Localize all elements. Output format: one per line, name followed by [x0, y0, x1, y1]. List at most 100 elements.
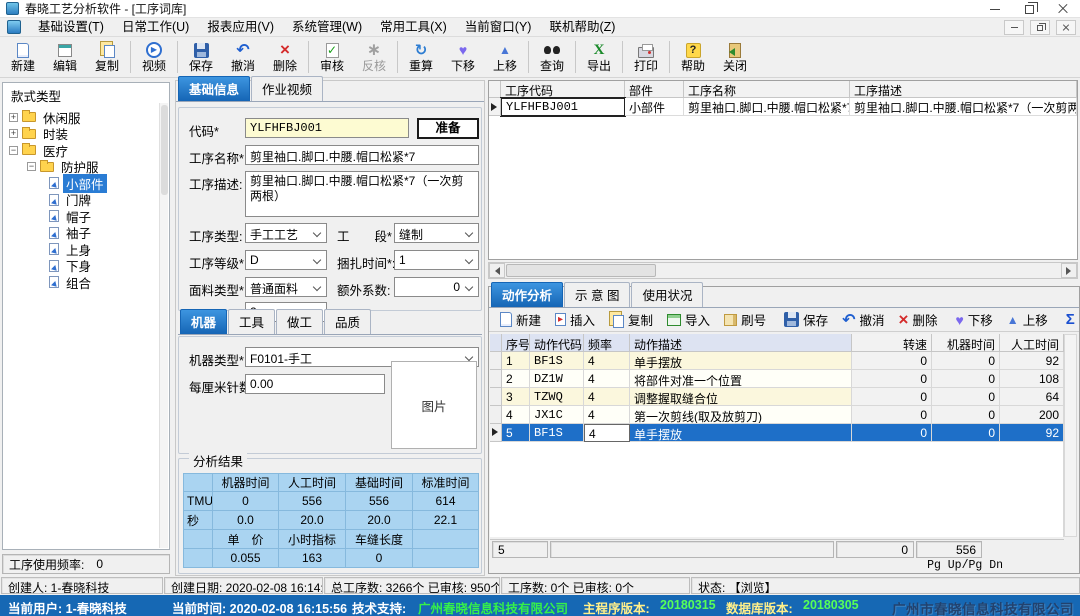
cell-machine-time[interactable]: 0: [932, 406, 1000, 424]
undo-button[interactable]: ↶撤消: [222, 37, 264, 77]
tab-usage-status[interactable]: 使用状况: [631, 282, 703, 307]
tab-tools[interactable]: 工具: [228, 309, 275, 334]
grade-select[interactable]: D: [245, 250, 327, 270]
cell-action-code[interactable]: TZWQ: [530, 388, 584, 406]
menu-system-admin[interactable]: 系统管理(W): [283, 18, 371, 37]
cell-speed[interactable]: 0: [852, 370, 932, 388]
col-process-name[interactable]: 工序名称: [684, 81, 850, 98]
cell-frequency[interactable]: 4: [584, 406, 630, 424]
tree-item-upper-body[interactable]: 上身: [3, 241, 169, 258]
cell-machine-time[interactable]: 0: [932, 352, 1000, 370]
mdi-close-button[interactable]: [1056, 20, 1076, 35]
cell-machine-time[interactable]: 0: [932, 370, 1000, 388]
cell-seq[interactable]: 5: [502, 424, 530, 442]
scrollbar-thumb[interactable]: [506, 264, 656, 277]
cell-seq[interactable]: 4: [502, 406, 530, 424]
fabric-type-select[interactable]: 普通面料: [245, 277, 327, 297]
move-up-button[interactable]: ▲上移: [484, 37, 526, 77]
cell-speed[interactable]: 0: [852, 424, 932, 442]
tree-item-medical[interactable]: −医疗: [3, 142, 169, 159]
cell-frequency[interactable]: 4: [584, 370, 630, 388]
col-seq[interactable]: 序号: [502, 334, 530, 352]
action-insert-button[interactable]: ▸插入: [548, 308, 602, 331]
tab-schematic[interactable]: 示 意 图: [564, 282, 630, 307]
cell-action-desc[interactable]: 单手摆放: [630, 352, 852, 370]
cell-action-code[interactable]: BF1S: [530, 352, 584, 370]
process-grid-hscrollbar[interactable]: [488, 262, 1078, 279]
bundle-time-select[interactable]: 1: [394, 250, 479, 270]
code-input[interactable]: YLFHFBJ001: [245, 118, 409, 138]
action-import-button[interactable]: 导入: [660, 308, 717, 331]
action-copy-button[interactable]: 复制: [602, 308, 660, 331]
cell-action-desc[interactable]: 将部件对准一个位置: [630, 370, 852, 388]
cell-action-desc[interactable]: 调整握取缝合位: [630, 388, 852, 406]
menu-current-window[interactable]: 当前窗口(Y): [456, 18, 541, 37]
menu-basic-settings[interactable]: 基础设置(T): [29, 18, 113, 37]
col-component[interactable]: 部件: [625, 81, 684, 98]
cell-seq[interactable]: 1: [502, 352, 530, 370]
cell-machine-time[interactable]: 0: [932, 388, 1000, 406]
action-row[interactable]: 1 BF1S 4 单手摆放 0 0 92: [490, 352, 1064, 370]
action-undo-button[interactable]: ↶撤消: [835, 308, 891, 331]
action-row[interactable]: 2 DZ1W 4 将部件对准一个位置 0 0 108: [490, 370, 1064, 388]
menu-common-tools[interactable]: 常用工具(X): [371, 18, 456, 37]
help-button[interactable]: ?帮助: [672, 37, 714, 77]
process-desc-textarea[interactable]: 剪里袖口.脚口.中腰.帽口松紧*7（一次剪两根）: [245, 171, 479, 217]
video-button[interactable]: ▶视频: [133, 37, 175, 77]
col-labor-time[interactable]: 人工时间: [1000, 334, 1064, 352]
scrollbar-thumb[interactable]: [161, 105, 168, 195]
cell-machine-time[interactable]: 0: [932, 424, 1000, 442]
cell-labor-time[interactable]: 92: [1000, 424, 1064, 442]
export-button[interactable]: X导出: [578, 37, 620, 77]
save-button[interactable]: 保存: [180, 37, 222, 77]
action-renumber-button[interactable]: 刷号: [717, 308, 773, 331]
collapse-icon[interactable]: −: [9, 146, 18, 155]
tree-item-door-plate[interactable]: 门牌: [3, 192, 169, 209]
new-button[interactable]: 新建: [2, 37, 44, 77]
menu-daily-work[interactable]: 日常工作(U): [113, 18, 198, 37]
scroll-right-button[interactable]: [1061, 263, 1077, 278]
cell-seq[interactable]: 3: [502, 388, 530, 406]
cell-seq[interactable]: 2: [502, 370, 530, 388]
action-row[interactable]: 3 TZWQ 4 调整握取缝合位 0 0 64: [490, 388, 1064, 406]
move-down-button[interactable]: ♥下移: [442, 37, 484, 77]
cell-speed[interactable]: 0: [852, 388, 932, 406]
cell-component[interactable]: 小部件: [625, 98, 684, 116]
col-machine-time[interactable]: 机器时间: [932, 334, 1000, 352]
edit-button[interactable]: 编辑: [44, 37, 86, 77]
action-move-up-button[interactable]: ▲上移: [1000, 308, 1055, 331]
close-button[interactable]: [1046, 0, 1080, 18]
cell-action-desc[interactable]: 单手摆放: [630, 424, 852, 442]
tree-item-small-parts[interactable]: 小部件: [3, 175, 169, 192]
tab-workmanship[interactable]: 做工: [276, 309, 323, 334]
stitches-per-cm-input[interactable]: 0.00: [245, 374, 385, 394]
cell-action-code[interactable]: DZ1W: [530, 370, 584, 388]
restore-button[interactable]: [1012, 0, 1046, 18]
mdi-minimize-button[interactable]: [1004, 20, 1024, 35]
process-grid-row[interactable]: YLFHFBJ001 小部件 剪里袖口.脚口.中腰.帽口松紧*7 剪里袖口.脚口…: [489, 98, 1077, 116]
action-statistics-button[interactable]: Σ统计: [1059, 308, 1079, 331]
tree-item-sleeve[interactable]: 袖子: [3, 225, 169, 242]
action-new-button[interactable]: 新建: [493, 308, 548, 331]
cell-labor-time[interactable]: 64: [1000, 388, 1064, 406]
col-action-desc[interactable]: 动作描述: [630, 334, 852, 352]
query-button[interactable]: 查询: [531, 37, 573, 77]
tree-vertical-scrollbar[interactable]: [159, 103, 168, 548]
cell-speed[interactable]: 0: [852, 406, 932, 424]
process-type-select[interactable]: 手工工艺: [245, 223, 327, 243]
cell-labor-time[interactable]: 92: [1000, 352, 1064, 370]
action-delete-button[interactable]: ×删除: [892, 308, 945, 331]
copy-button[interactable]: 复制: [86, 37, 128, 77]
cell-frequency[interactable]: 4: [584, 388, 630, 406]
stage-select[interactable]: 缝制: [394, 223, 479, 243]
prepare-button[interactable]: 准备: [417, 118, 479, 139]
action-move-down-button[interactable]: ♥下移: [948, 308, 999, 331]
tree-item-protective-suit[interactable]: −防护服: [3, 159, 169, 176]
col-action-code[interactable]: 动作代码: [530, 334, 584, 352]
process-name-input[interactable]: 剪里袖口.脚口.中腰.帽口松紧*7: [245, 145, 479, 165]
expand-icon[interactable]: +: [9, 113, 18, 122]
tree-item-hat[interactable]: 帽子: [3, 208, 169, 225]
cell-process-code[interactable]: YLFHFBJ001: [501, 98, 625, 116]
print-button[interactable]: 打印: [625, 37, 667, 77]
tab-quality[interactable]: 品质: [324, 309, 371, 334]
